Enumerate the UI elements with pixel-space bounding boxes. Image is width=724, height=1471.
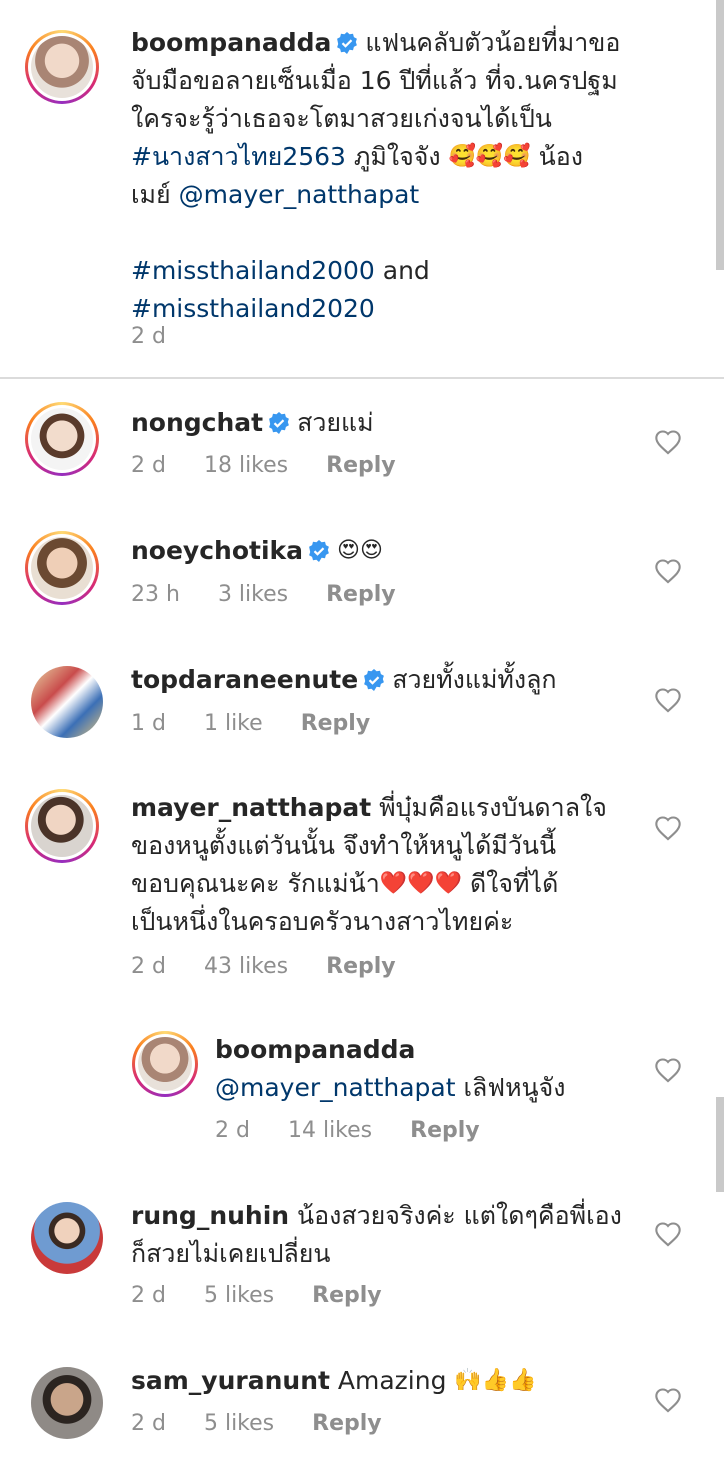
comment-username[interactable]: topdaraneenute bbox=[131, 665, 358, 694]
comment-username[interactable]: boompanadda bbox=[215, 1035, 415, 1064]
avatar[interactable] bbox=[31, 1202, 103, 1274]
comment-time: 23 h bbox=[131, 582, 180, 607]
like-heart-icon[interactable] bbox=[654, 429, 682, 455]
caption-text-2: จับมือขอลายเซ็นเมื่อ 16 ปีที่แล้ว ที่จ.น… bbox=[131, 66, 618, 95]
post-caption: boompanadda แฟนคลับตัวน้อยที่มาขอ จับมือข… bbox=[0, 0, 724, 377]
comment-text: ดีใจที่ได้ bbox=[469, 869, 559, 898]
avatar[interactable] bbox=[31, 666, 103, 738]
avatar[interactable] bbox=[31, 1367, 103, 1439]
comment-text: เป็นหนึ่งในครอบครัวนางสาวไทยค่ะ bbox=[131, 907, 514, 936]
comment-likes[interactable]: 5 likes bbox=[204, 1283, 274, 1308]
comment-text: พี่บุ๋มคือแรงบันดาลใจ bbox=[379, 793, 607, 822]
comment-likes[interactable]: 3 likes bbox=[218, 582, 288, 607]
reply-button[interactable]: Reply bbox=[326, 954, 396, 979]
hashtag-link[interactable]: #missthailand2020 bbox=[131, 294, 375, 323]
comment-username[interactable]: rung_nuhin bbox=[131, 1201, 289, 1230]
reply-button[interactable]: Reply bbox=[326, 453, 396, 478]
comment-time: 1 d bbox=[131, 711, 166, 736]
comment-username[interactable]: mayer_natthapat bbox=[131, 793, 371, 822]
hashtag-link[interactable]: #นางสาวไทย2563 bbox=[131, 142, 346, 171]
like-heart-icon[interactable] bbox=[654, 1221, 682, 1247]
comment-time: 2 d bbox=[131, 1411, 166, 1436]
caption-text-6: เมย์ bbox=[131, 180, 171, 209]
caption-text-4: ภูมิใจจัง bbox=[353, 142, 441, 171]
caption-text-1: แฟนคลับตัวน้อยที่มาขอ bbox=[365, 28, 621, 57]
reply-button[interactable]: Reply bbox=[410, 1118, 480, 1143]
comment-likes[interactable]: 43 likes bbox=[204, 954, 288, 979]
comment-text: ก็สวยไม่เคยเปลี่ยน bbox=[131, 1239, 331, 1268]
comment-text: เลิฟหนูจัง bbox=[463, 1073, 566, 1102]
verified-badge-icon bbox=[269, 412, 290, 434]
mention-link[interactable]: @mayer_natthapat bbox=[215, 1073, 456, 1102]
like-heart-icon[interactable] bbox=[654, 815, 682, 841]
avatar[interactable] bbox=[25, 789, 99, 863]
comment-time: 2 d bbox=[131, 453, 166, 478]
avatar[interactable] bbox=[25, 531, 99, 605]
heart-eyes-emoji: 😍😍 bbox=[337, 538, 383, 563]
comment-time: 2 d bbox=[131, 954, 166, 979]
comment-username[interactable]: nongchat bbox=[131, 408, 263, 437]
comment-likes[interactable]: 1 like bbox=[204, 711, 263, 736]
reply-button[interactable]: Reply bbox=[312, 1283, 382, 1308]
verified-badge-icon bbox=[337, 32, 358, 54]
caption-username[interactable]: boompanadda bbox=[131, 28, 331, 57]
scrollbar-thumb[interactable] bbox=[716, 0, 724, 270]
comment-likes[interactable]: 5 likes bbox=[204, 1411, 274, 1436]
verified-badge-icon bbox=[309, 540, 329, 562]
comment-username[interactable]: sam_yuranunt bbox=[131, 1366, 330, 1395]
comment-text: น้องสวยจริงค่ะ แต่ใดๆคือพี่เอง bbox=[297, 1201, 622, 1230]
avatar[interactable] bbox=[25, 30, 99, 104]
avatar[interactable] bbox=[132, 1031, 198, 1097]
reply-button[interactable]: Reply bbox=[312, 1411, 382, 1436]
reply-button[interactable]: Reply bbox=[301, 711, 371, 736]
comment-text: สวยทั้งแม่ทั้งลูก bbox=[392, 665, 557, 694]
hashtag-link[interactable]: #missthailand2000 bbox=[131, 256, 375, 285]
comment-time: 2 d bbox=[131, 1283, 166, 1308]
comment-likes[interactable]: 14 likes bbox=[288, 1118, 372, 1143]
like-heart-icon[interactable] bbox=[654, 1057, 682, 1083]
comment-text: สวยแม่ bbox=[297, 408, 374, 437]
caption-text-3: ใครจะรู้ว่าเธอจะโตมาสวยเก่งจนได้เป็น bbox=[131, 104, 552, 133]
reply-button[interactable]: Reply bbox=[326, 582, 396, 607]
comment-text: ขอบคุณนะคะ รักแม่น้า bbox=[131, 869, 380, 898]
caption-time: 2 d bbox=[131, 324, 166, 349]
avatar[interactable] bbox=[25, 402, 99, 476]
comment-likes[interactable]: 18 likes bbox=[204, 453, 288, 478]
caption-text-5: น้อง bbox=[538, 142, 583, 171]
caption-text-7: and bbox=[382, 256, 430, 285]
comment-text: ของหนูตั้งแต่วันนั้น จึงทำให้หนูได้มีวัน… bbox=[131, 831, 557, 860]
like-heart-icon[interactable] bbox=[654, 1387, 682, 1413]
raised-hands-thumbs-up-emoji: 🙌👍👍 bbox=[454, 1368, 537, 1393]
red-hearts-emoji: ❤️❤️❤️ bbox=[379, 871, 462, 896]
divider bbox=[0, 377, 724, 379]
like-heart-icon[interactable] bbox=[654, 558, 682, 584]
scrollbar-thumb[interactable] bbox=[716, 1097, 724, 1192]
mention-link[interactable]: @mayer_natthapat bbox=[179, 180, 420, 209]
comment-time: 2 d bbox=[215, 1118, 250, 1143]
comment-username[interactable]: noeychotika bbox=[131, 536, 303, 565]
comment-text: Amazing bbox=[337, 1366, 447, 1395]
verified-badge-icon bbox=[364, 669, 385, 691]
smiling-hearts-emoji: 🥰🥰🥰 bbox=[448, 144, 531, 169]
like-heart-icon[interactable] bbox=[654, 687, 682, 713]
